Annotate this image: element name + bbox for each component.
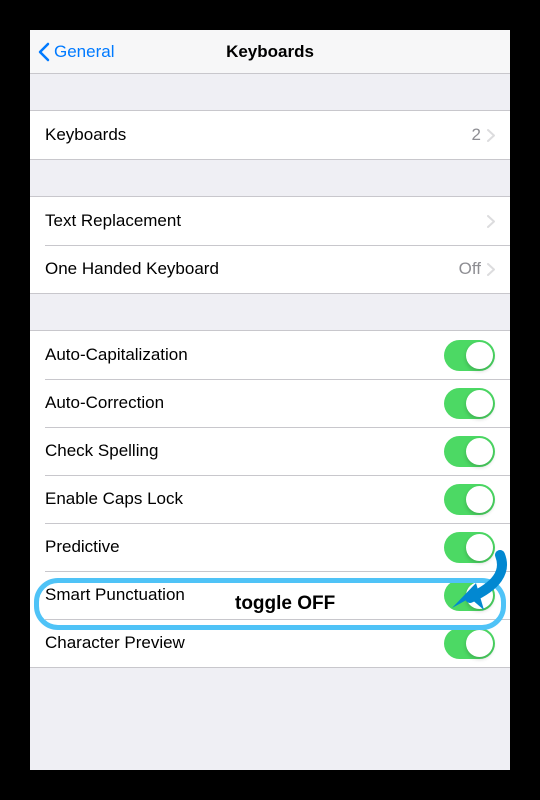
row-label: Auto-Correction [45, 393, 444, 413]
auto-correct-row: Auto-Correction [30, 379, 510, 427]
check-spelling-toggle[interactable] [444, 436, 495, 467]
chevron-right-icon [487, 129, 495, 142]
row-label: Smart Punctuation [45, 585, 444, 605]
nav-bar: General Keyboards [30, 30, 510, 74]
auto-correct-toggle[interactable] [444, 388, 495, 419]
back-label: General [54, 42, 114, 62]
smart-punct-row: Smart Punctuation [30, 571, 510, 619]
chevron-left-icon [38, 42, 50, 62]
row-label: Text Replacement [45, 211, 487, 231]
keyboards-row[interactable]: Keyboards 2 [30, 111, 510, 159]
back-button[interactable]: General [30, 42, 114, 62]
text-replacement-row[interactable]: Text Replacement [30, 197, 510, 245]
char-preview-toggle[interactable] [444, 628, 495, 659]
section-toggles: Auto-Capitalization Auto-Correction Chec… [30, 330, 510, 668]
row-label: Keyboards [45, 125, 472, 145]
predictive-toggle[interactable] [444, 532, 495, 563]
keyboards-count: 2 [472, 125, 481, 145]
one-handed-row[interactable]: One Handed Keyboard Off [30, 245, 510, 293]
section-keyboards: Keyboards 2 [30, 110, 510, 160]
char-preview-row: Character Preview [30, 619, 510, 667]
section-gap [30, 160, 510, 196]
row-label: Check Spelling [45, 441, 444, 461]
predictive-row: Predictive [30, 523, 510, 571]
row-label: Predictive [45, 537, 444, 557]
check-spelling-row: Check Spelling [30, 427, 510, 475]
row-label: Enable Caps Lock [45, 489, 444, 509]
caps-lock-row: Enable Caps Lock [30, 475, 510, 523]
one-handed-value: Off [459, 259, 481, 279]
chevron-right-icon [487, 215, 495, 228]
chevron-right-icon [487, 263, 495, 276]
auto-cap-toggle[interactable] [444, 340, 495, 371]
row-label: Auto-Capitalization [45, 345, 444, 365]
section-text: Text Replacement One Handed Keyboard Off [30, 196, 510, 294]
row-label: Character Preview [45, 633, 444, 653]
row-label: One Handed Keyboard [45, 259, 459, 279]
section-gap [30, 74, 510, 110]
smart-punct-toggle[interactable] [444, 580, 495, 611]
section-gap [30, 294, 510, 330]
auto-cap-row: Auto-Capitalization [30, 331, 510, 379]
caps-lock-toggle[interactable] [444, 484, 495, 515]
